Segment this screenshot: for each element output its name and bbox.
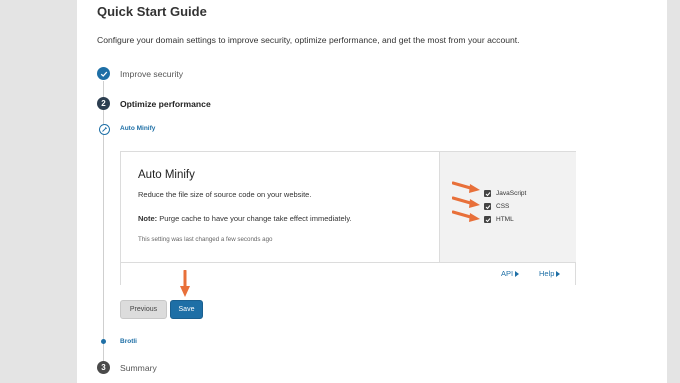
option-label: CSS — [496, 203, 510, 210]
last-changed-text: This setting was last changed a few seco… — [138, 236, 273, 243]
step-optimize-performance[interactable]: 2 Optimize performance — [97, 97, 211, 110]
substep-auto-minify[interactable]: Auto Minify — [120, 125, 155, 132]
page-title: Quick Start Guide — [97, 4, 207, 19]
html-checkbox[interactable] — [484, 216, 491, 223]
option-html[interactable]: HTML — [484, 216, 514, 223]
step-label: Summary — [120, 362, 157, 373]
minify-options: JavaScript CSS HTML — [439, 152, 576, 262]
auto-minify-card: Auto Minify Reduce the file size of sour… — [120, 151, 576, 285]
step-number: 3 — [97, 361, 110, 374]
substep-dot — [101, 339, 106, 344]
card-main: Auto Minify Reduce the file size of sour… — [121, 152, 438, 262]
pencil-icon — [99, 124, 110, 135]
help-link-label: Help — [539, 269, 555, 278]
caret-right-icon — [556, 270, 561, 277]
previous-button[interactable]: Previous — [120, 300, 167, 319]
card-note: Note: Purge cache to have your change ta… — [138, 214, 352, 223]
check-icon — [97, 67, 110, 80]
step-label: Optimize performance — [120, 98, 211, 109]
help-link[interactable]: Help — [539, 269, 561, 278]
page-subtitle: Configure your domain settings to improv… — [97, 35, 520, 45]
api-link[interactable]: API — [501, 269, 520, 278]
annotation-arrow-icon — [452, 196, 480, 208]
option-label: JavaScript — [496, 190, 527, 197]
step-label: Improve security — [120, 68, 184, 79]
annotation-arrow-icon — [180, 270, 190, 297]
card-title: Auto Minify — [138, 169, 195, 181]
step-summary[interactable]: 3 Summary — [97, 361, 157, 374]
option-javascript[interactable]: JavaScript — [484, 190, 526, 197]
css-checkbox[interactable] — [484, 203, 491, 210]
annotation-arrow-icon — [452, 181, 480, 193]
api-link-label: API — [501, 269, 514, 278]
step-timeline — [103, 81, 104, 361]
javascript-checkbox[interactable] — [484, 190, 491, 197]
quick-start-panel: Quick Start Guide Configure your domain … — [77, 0, 667, 383]
substep-brotli[interactable]: Brotli — [120, 338, 137, 345]
card-description: Reduce the file size of source code on y… — [138, 190, 312, 199]
note-label: Note: — [138, 214, 158, 223]
save-button[interactable]: Save — [170, 300, 203, 319]
step-improve-security[interactable]: Improve security — [97, 67, 183, 80]
note-text: Purge cache to have your change take eff… — [157, 214, 352, 223]
option-label: HTML — [496, 216, 514, 223]
annotation-arrow-icon — [452, 210, 480, 222]
step-number: 2 — [97, 97, 110, 110]
option-css[interactable]: CSS — [484, 203, 509, 210]
caret-right-icon — [515, 270, 520, 277]
